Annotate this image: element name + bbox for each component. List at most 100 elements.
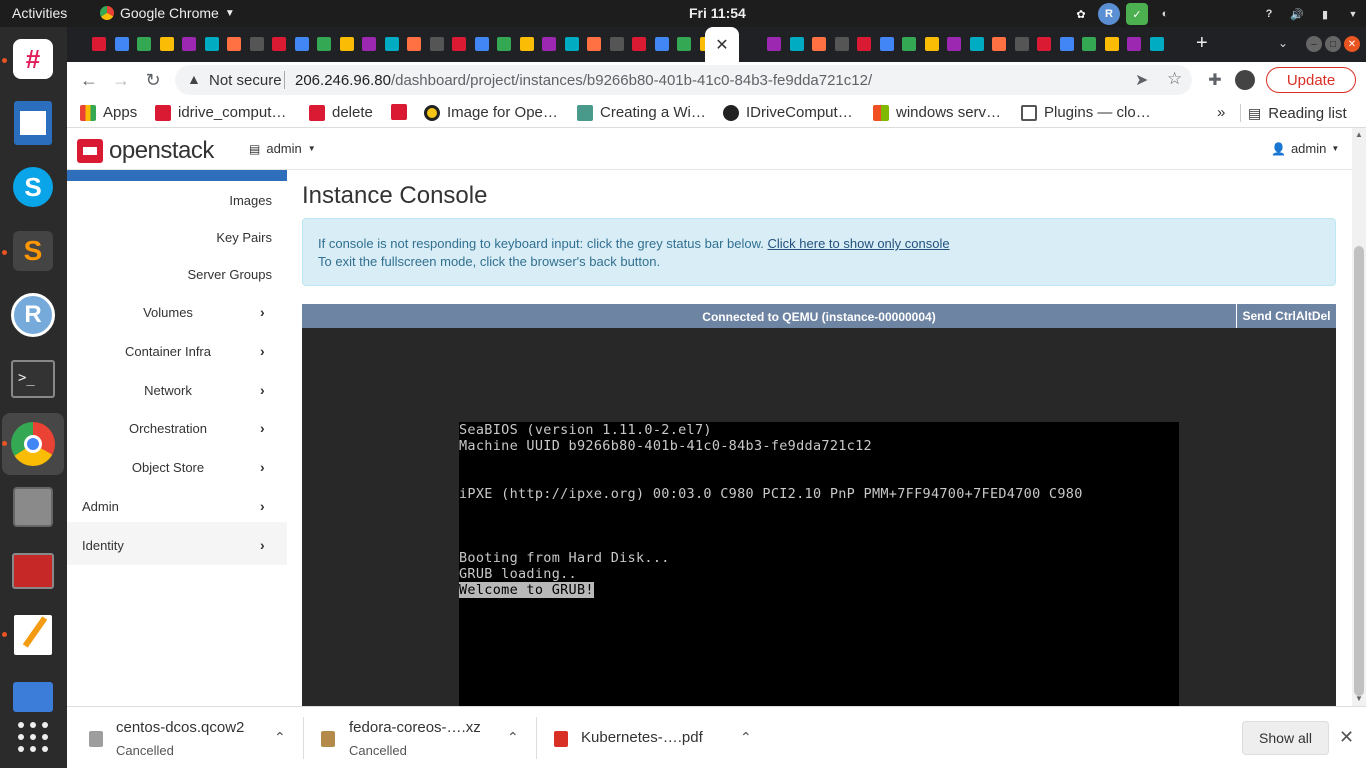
sidebar-item-key-pairs[interactable]: Key Pairs: [216, 230, 272, 245]
tab-favicon-icon[interactable]: [587, 37, 601, 51]
tab-favicon-icon[interactable]: [1127, 37, 1141, 51]
app-menu[interactable]: Google Chrome ▼: [100, 5, 235, 21]
tab-favicon-icon[interactable]: [767, 37, 781, 51]
chevron-up-icon[interactable]: ⌃: [740, 729, 752, 746]
bookmarks-overflow[interactable]: »: [1217, 104, 1225, 121]
tab-favicon-icon[interactable]: [1059, 37, 1074, 51]
active-tab-close[interactable]: ✕: [705, 27, 739, 62]
tab-favicon-icon[interactable]: [654, 37, 669, 51]
libreoffice-writer-icon[interactable]: [9, 99, 57, 147]
bookmark-openstack[interactable]: [391, 104, 407, 120]
tab-favicon-icon[interactable]: [339, 37, 354, 51]
tab-favicon-icon[interactable]: [834, 37, 849, 51]
tab-favicon-icon[interactable]: [542, 37, 556, 51]
tab-favicon-icon[interactable]: [1104, 37, 1119, 51]
send-ctrl-alt-del-button[interactable]: Send CtrlAltDel: [1236, 304, 1336, 328]
profile-avatar[interactable]: [1233, 68, 1257, 92]
tab-favicon-icon[interactable]: [519, 37, 534, 51]
tab-favicon-icon[interactable]: [204, 37, 219, 51]
tab-favicon-icon[interactable]: [632, 37, 646, 51]
download-item[interactable]: Kubernetes-….pdf ⌃: [554, 707, 764, 769]
project-dropdown[interactable]: ▤ admin ▼: [249, 141, 316, 156]
scroll-up-arrow-icon[interactable]: ▲: [1355, 130, 1363, 139]
chrome-menu-icon[interactable]: ⋮: [1358, 68, 1366, 92]
tab-favicon-icon[interactable]: [362, 37, 376, 51]
tab-favicon-icon[interactable]: [137, 37, 151, 51]
tab-favicon-icon[interactable]: [452, 37, 466, 51]
forward-button[interactable]: →: [109, 68, 133, 92]
tab-favicon-icon[interactable]: [812, 37, 826, 51]
tab-search-icon[interactable]: ⌄: [1278, 36, 1288, 50]
file-cabinet-icon[interactable]: [9, 483, 57, 531]
close-window-button[interactable]: ✕: [1344, 36, 1360, 52]
address-bar[interactable]: ▲ Not secure 206.246.96.80/dashboard/pro…: [175, 65, 1192, 95]
sync-tray-icon[interactable]: ◐: [1154, 3, 1176, 25]
tab-favicon-icon[interactable]: [924, 37, 939, 51]
bookmark-plugins[interactable]: Plugins — clo…: [1021, 104, 1151, 121]
power-menu-icon[interactable]: ▼: [1342, 3, 1364, 25]
bookmark-windows-server[interactable]: windows serv…: [873, 104, 1001, 121]
update-button[interactable]: Update: [1266, 67, 1356, 93]
tab-favicon-icon[interactable]: [879, 37, 894, 51]
chevron-up-icon[interactable]: ⌃: [507, 729, 519, 746]
page-scrollbar[interactable]: ▲ ▼: [1352, 128, 1366, 706]
close-shelf-icon[interactable]: ✕: [1339, 727, 1354, 748]
remmina-icon[interactable]: [9, 547, 57, 595]
check-tray-icon[interactable]: ✓: [1126, 3, 1148, 25]
tab-favicon-icon[interactable]: [92, 37, 106, 51]
tab-favicon-icon[interactable]: [969, 37, 984, 51]
scroll-down-arrow-icon[interactable]: ▼: [1355, 694, 1363, 703]
openstack-logo[interactable]: openstack: [77, 137, 214, 165]
console-status-bar[interactable]: Connected to QEMU (instance-00000004) Se…: [302, 304, 1336, 328]
bookmark-creating-a-windows[interactable]: Creating a Wi…: [577, 104, 706, 121]
tab-favicon-icon[interactable]: [497, 37, 511, 51]
download-item[interactable]: fedora-coreos-….xz Cancelled ⌃: [321, 707, 531, 769]
download-item[interactable]: centos-dcos.qcow2 Cancelled ⌃: [89, 707, 299, 769]
tab-favicon-icon[interactable]: [677, 37, 691, 51]
chevron-up-icon[interactable]: ⌃: [274, 729, 286, 746]
tab-favicon-icon[interactable]: [1037, 37, 1051, 51]
skype-icon[interactable]: S: [9, 163, 57, 211]
reload-button[interactable]: ↻: [141, 68, 165, 92]
tab-favicon-icon[interactable]: [317, 37, 331, 51]
tab-favicon-icon[interactable]: [789, 37, 804, 51]
tab-favicon-icon[interactable]: [272, 37, 286, 51]
tab-favicon-icon[interactable]: [1082, 37, 1096, 51]
tab-favicon-icon[interactable]: [249, 37, 264, 51]
tab-favicon-icon[interactable]: [1149, 37, 1164, 51]
slack-icon[interactable]: #: [9, 35, 57, 83]
tab-favicon-icon[interactable]: [857, 37, 871, 51]
new-tab-button[interactable]: +: [1196, 32, 1208, 55]
activities-button[interactable]: Activities: [12, 5, 67, 21]
terminal-icon[interactable]: >_: [9, 355, 57, 403]
volume-icon[interactable]: 🔊: [1286, 3, 1308, 25]
user-dropdown[interactable]: 👤 admin ▼: [1271, 141, 1339, 156]
tab-favicon-icon[interactable]: [182, 37, 196, 51]
tab-favicon-icon[interactable]: [902, 37, 916, 51]
bookmark-idrive-compute[interactable]: idrive_comput…: [155, 104, 286, 121]
tab-favicon-icon[interactable]: [1014, 37, 1029, 51]
sidebar-item-images[interactable]: Images: [229, 193, 272, 208]
tab-favicon-icon[interactable]: [564, 37, 579, 51]
security-label[interactable]: Not secure: [209, 72, 282, 89]
help-icon[interactable]: ?: [1258, 3, 1280, 25]
show-applications-icon[interactable]: [9, 713, 57, 761]
back-button[interactable]: ←: [77, 68, 101, 92]
url-text[interactable]: 206.246.96.80/dashboard/project/instance…: [295, 72, 872, 89]
tab-favicon-icon[interactable]: [294, 37, 309, 51]
bookmark-apps[interactable]: Apps: [80, 104, 137, 121]
tab-favicon-icon[interactable]: [407, 37, 421, 51]
chrome-dock-icon[interactable]: [2, 413, 64, 475]
bookmark-delete[interactable]: delete: [309, 104, 373, 121]
sublime-text-icon[interactable]: S: [9, 227, 57, 275]
scrollbar-thumb[interactable]: [1354, 246, 1364, 696]
clock[interactable]: Fri 11:54: [689, 5, 746, 21]
tab-favicon-icon[interactable]: [429, 37, 444, 51]
tab-favicon-icon[interactable]: [474, 37, 489, 51]
minimize-button[interactable]: –: [1306, 36, 1322, 52]
sidebar-item-server-groups[interactable]: Server Groups: [187, 267, 272, 282]
extensions-icon[interactable]: ✚: [1203, 68, 1227, 92]
bookmark-idrive-compute-github[interactable]: IDriveComput…: [723, 104, 853, 121]
tab-favicon-icon[interactable]: [384, 37, 399, 51]
vga-screen[interactable]: SeaBIOS (version 1.11.0-2.el7) Machine U…: [459, 422, 1179, 706]
